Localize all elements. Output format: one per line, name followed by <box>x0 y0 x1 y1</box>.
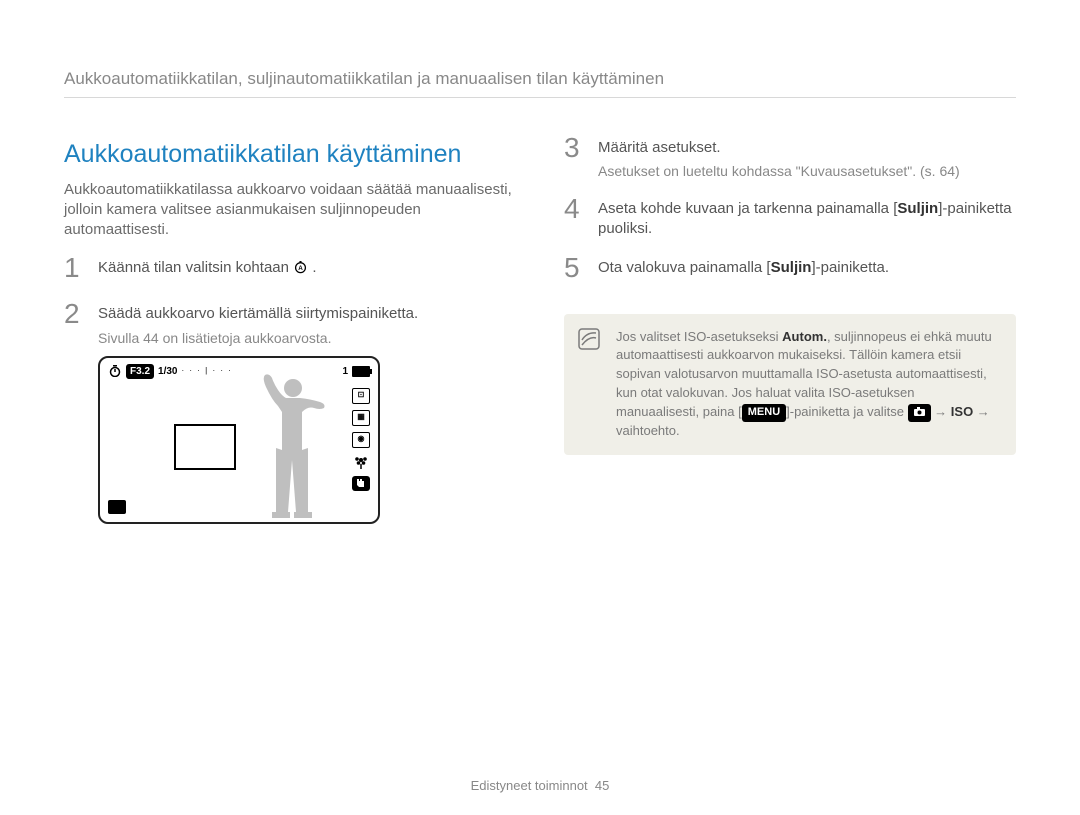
step-body: Aseta kohde kuvaan ja tarkenna painamall… <box>598 199 1016 240</box>
step-number: 3 <box>564 134 590 162</box>
macro-icon <box>353 454 369 470</box>
note-box: Jos valitset ISO-asetukseksi Autom., sul… <box>564 314 1016 455</box>
right-column: 3 Määritä asetukset. Asetukset on luetel… <box>564 138 1016 524</box>
step-body: Käännä tilan valitsin kohtaan A . <box>98 258 516 278</box>
step-number: 2 <box>64 300 90 328</box>
menu-button-chip: MENU <box>742 404 786 422</box>
page-footer: Edistyneet toiminnot 45 <box>0 777 1080 795</box>
shutter-bold: Suljin <box>897 200 938 217</box>
note-arrow-1: → <box>931 404 951 419</box>
focus-rectangle <box>174 424 236 470</box>
step-4: 4 Aseta kohde kuvaan ja tarkenna painama… <box>564 199 1016 240</box>
step-body: Ota valokuva painamalla [Suljin]-painike… <box>598 258 1016 278</box>
aperture-badge: F3.2 <box>126 364 154 380</box>
note-icon <box>578 328 600 350</box>
step-text: Määritä asetukset. <box>598 139 721 156</box>
step-2: 2 Säädä aukkoarvo kiertämällä siirtymisp… <box>64 304 516 523</box>
step-number: 5 <box>564 254 590 282</box>
metering-icon: ◉ <box>352 432 370 448</box>
section-heading: Aukkoautomatiikkatilan käyttäminen <box>64 138 516 172</box>
left-column: Aukkoautomatiikkatilan käyttäminen Aukko… <box>64 138 516 524</box>
step-text: Säädä aukkoarvo kiertämällä siirtymispai… <box>98 305 418 322</box>
battery-icon <box>352 366 370 377</box>
note-iso-bold: ISO <box>951 404 973 419</box>
step-text-before: Ota valokuva painamalla [ <box>598 259 771 276</box>
shots-remaining: 1 <box>342 365 348 379</box>
footer-page-number: 45 <box>595 778 609 793</box>
camera-lcd-illustration: F3.2 1/30 · · · | · · · 1 ⊡ ▦ <box>98 356 380 524</box>
step-number: 4 <box>564 195 590 223</box>
running-title: Aukkoautomatiikkatilan, suljinautomatiik… <box>64 68 1016 98</box>
stabilizer-icon <box>352 476 370 491</box>
quality-icon: ▦ <box>352 410 370 426</box>
step-number: 1 <box>64 254 90 282</box>
step-subtext: Asetukset on lueteltu kohdassa "Kuvausas… <box>598 162 1016 181</box>
memory-card-icon <box>108 500 126 514</box>
svg-text:A: A <box>298 266 303 273</box>
shutter-speed: 1/30 <box>158 365 177 379</box>
shutter-bold: Suljin <box>771 259 812 276</box>
lcd-right-icons: ⊡ ▦ ◉ <box>352 388 370 491</box>
step-text-after: . <box>312 259 316 276</box>
mode-dial-icon: A <box>293 260 308 274</box>
step-3: 3 Määritä asetukset. Asetukset on luetel… <box>564 138 1016 181</box>
ev-scale: · · · | · · · <box>181 366 232 377</box>
step-text-before: Aseta kohde kuvaan ja tarkenna painamall… <box>598 200 897 217</box>
size-icon: ⊡ <box>352 388 370 404</box>
person-silhouette <box>248 372 328 520</box>
footer-section: Edistyneet toiminnot <box>471 778 588 793</box>
step-body: Säädä aukkoarvo kiertämällä siirtymispai… <box>98 304 516 523</box>
intro-paragraph: Aukkoautomatiikkatilassa aukkoarvo voida… <box>64 180 516 241</box>
step-body: Määritä asetukset. Asetukset on lueteltu… <box>598 138 1016 181</box>
note-text-1: Jos valitset ISO-asetukseksi <box>616 329 782 344</box>
note-autom-bold: Autom. <box>782 329 827 344</box>
step-1: 1 Käännä tilan valitsin kohtaan A . <box>64 258 516 286</box>
note-text-3: ]-painiketta ja valitse <box>786 404 907 419</box>
step-text-after: ]-painiketta. <box>811 259 889 276</box>
timer-icon <box>108 365 122 377</box>
step-text: Käännä tilan valitsin kohtaan <box>98 259 293 276</box>
step-subtext: Sivulla 44 on lisätietoja aukkoarvosta. <box>98 329 516 348</box>
step-5: 5 Ota valokuva painamalla [Suljin]-paini… <box>564 258 1016 286</box>
camera-button-chip <box>908 404 931 422</box>
